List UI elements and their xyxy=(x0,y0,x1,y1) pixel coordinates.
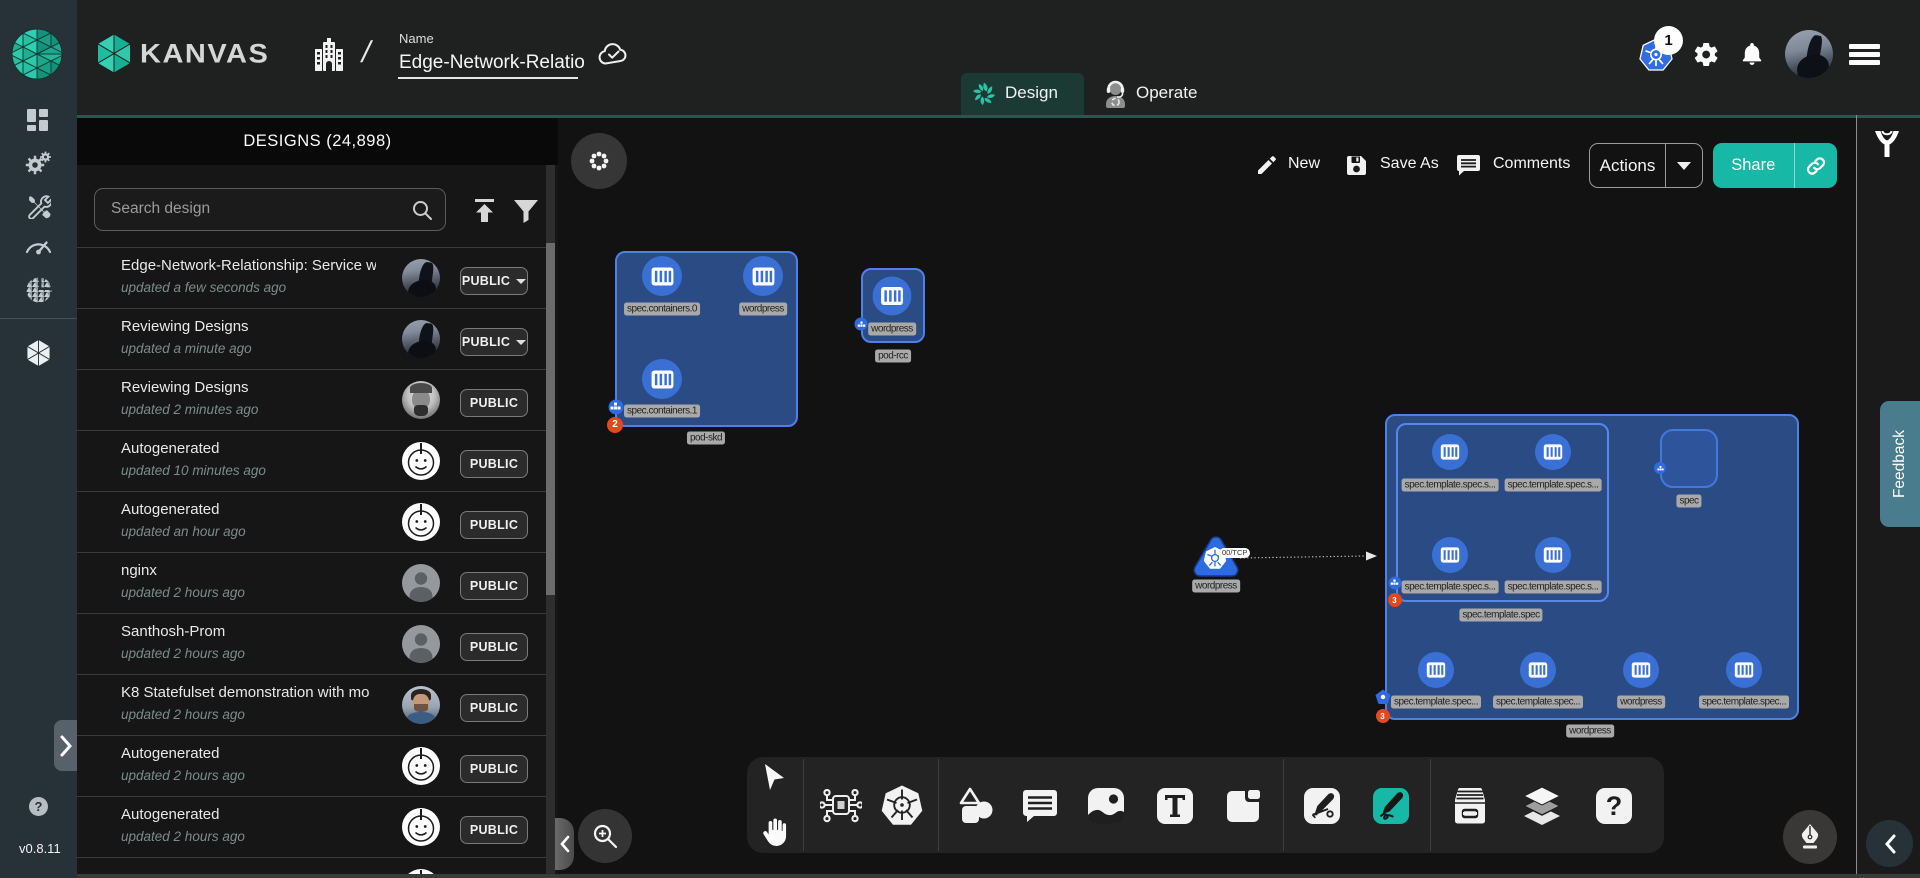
svg-text:?: ? xyxy=(35,799,43,814)
svg-text:?: ? xyxy=(1606,791,1623,821)
